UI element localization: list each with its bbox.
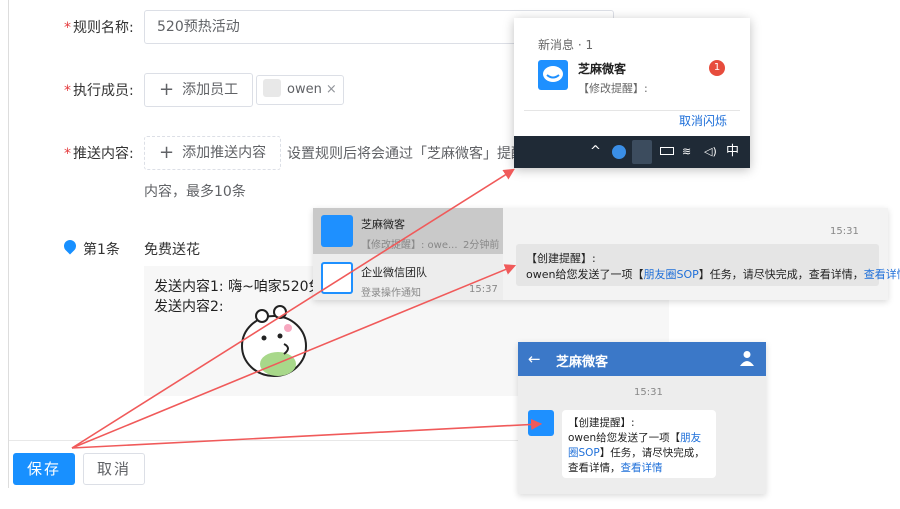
annotation-arrows [71, 168, 543, 449]
arrow-to-notification [71, 168, 515, 449]
arrow-to-mobile-chat [71, 418, 543, 449]
arrow-to-desktop-chat [71, 264, 517, 449]
